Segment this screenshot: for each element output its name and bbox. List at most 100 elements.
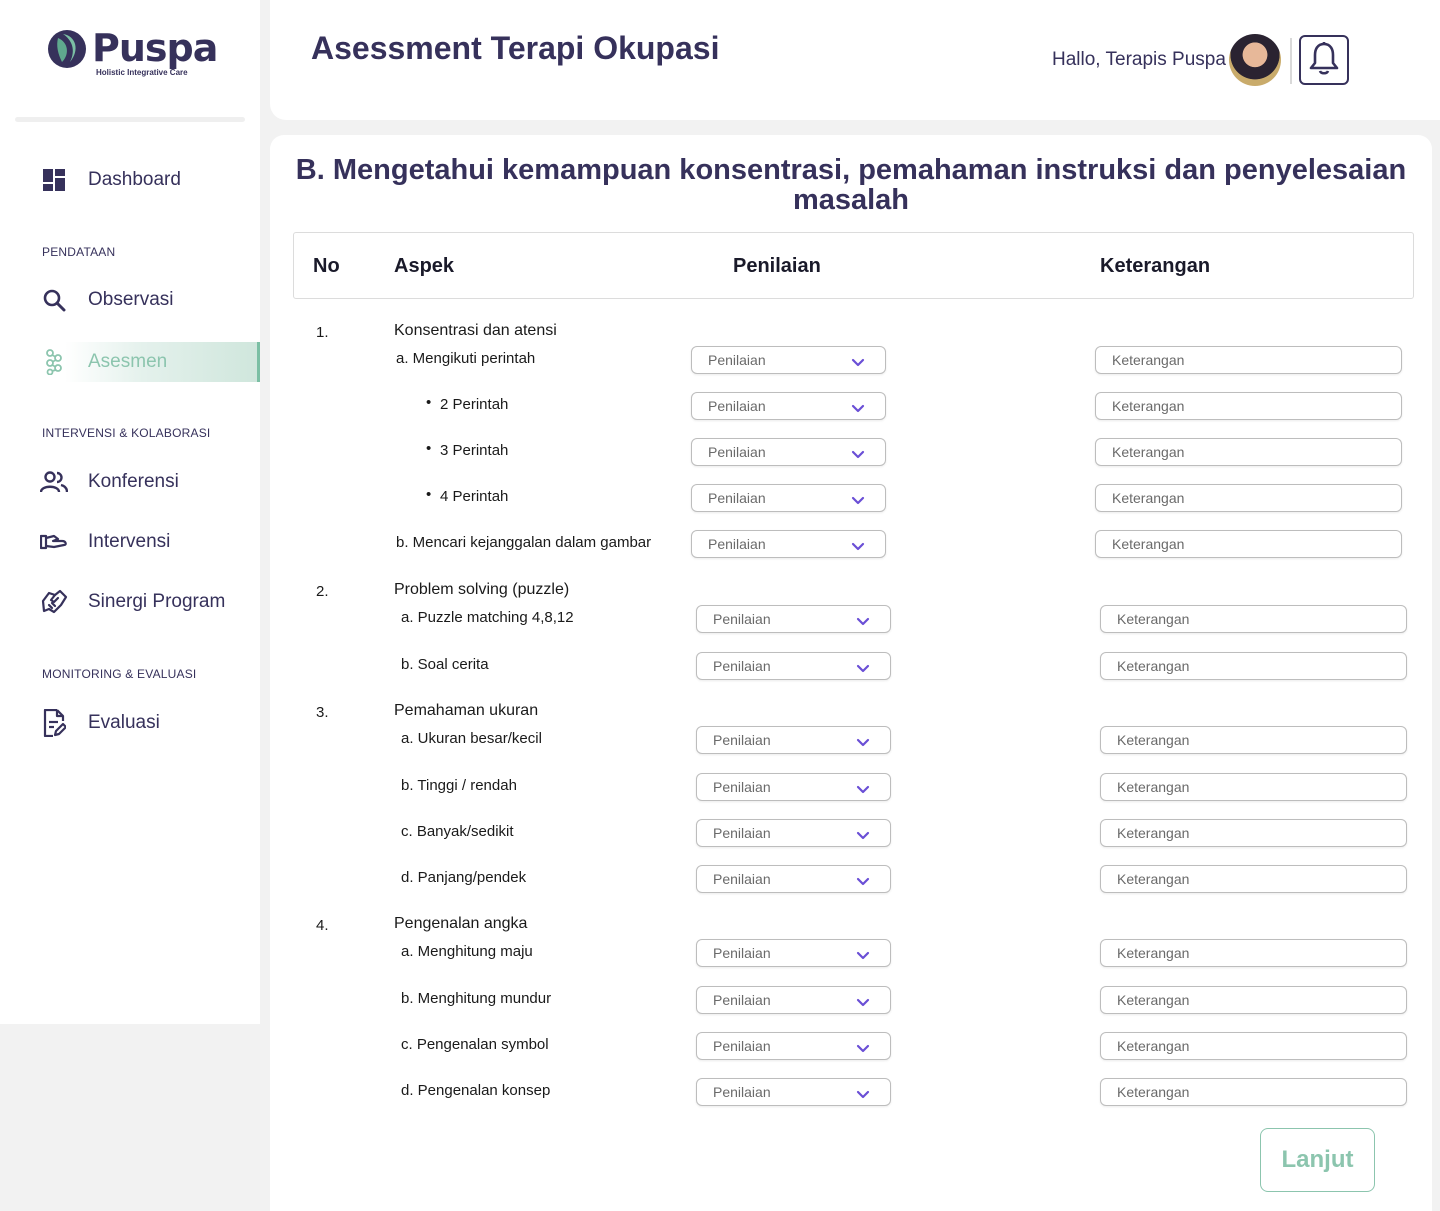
chevron-down-icon	[856, 1041, 870, 1053]
notification-button[interactable]	[1299, 35, 1349, 85]
select-value: Penilaian	[713, 732, 771, 748]
next-button[interactable]: Lanjut	[1260, 1128, 1375, 1192]
keterangan-input[interactable]	[1100, 652, 1407, 680]
penilaian-select[interactable]: Penilaian	[696, 605, 891, 633]
select-value: Penilaian	[713, 945, 771, 961]
group-number: 3.	[316, 704, 329, 721]
keterangan-input[interactable]	[1100, 726, 1407, 754]
select-value: Penilaian	[713, 611, 771, 627]
aspect-label: c. Banyak/sedikit	[401, 823, 514, 840]
aspect-label: b. Menghitung mundur	[401, 990, 552, 1007]
penilaian-select[interactable]: Penilaian	[696, 986, 891, 1014]
assessment-card: B. Mengetahui kemampuan konsentrasi, pem…	[270, 135, 1432, 1211]
sidebar-item-label: Sinergi Program	[88, 591, 226, 612]
keterangan-input[interactable]	[1100, 865, 1407, 893]
chevron-down-icon	[856, 661, 870, 673]
group-number: 1.	[316, 324, 329, 341]
section-label-pendataan: PENDATAAN	[42, 245, 116, 259]
penilaian-select[interactable]: Penilaian	[696, 939, 891, 967]
asesmen-icon	[40, 348, 68, 376]
section-title: B. Mengetahui kemampuan konsentrasi, pem…	[295, 154, 1407, 216]
column-header-penilaian: Penilaian	[733, 255, 821, 277]
aspect-label: 3 Perintah	[440, 442, 509, 459]
penilaian-select[interactable]: Penilaian	[691, 484, 886, 512]
penilaian-select[interactable]: Penilaian	[691, 346, 886, 374]
sidebar-item-label: Intervensi	[88, 531, 171, 552]
keterangan-input[interactable]	[1100, 1078, 1407, 1106]
keterangan-input[interactable]	[1095, 346, 1402, 374]
keterangan-input[interactable]	[1100, 986, 1407, 1014]
chevron-down-icon	[856, 1087, 870, 1099]
sidebar-item-dashboard[interactable]: Dashboard	[0, 160, 260, 200]
aspect-label: 4 Perintah	[440, 488, 509, 505]
keterangan-input[interactable]	[1095, 438, 1402, 466]
brand-name: Puspa	[92, 26, 218, 70]
penilaian-select[interactable]: Penilaian	[691, 438, 886, 466]
sidebar-item-asesmen[interactable]: Asesmen	[0, 342, 260, 382]
chevron-down-icon	[851, 355, 865, 367]
penilaian-select[interactable]: Penilaian	[691, 392, 886, 420]
keterangan-input[interactable]	[1100, 605, 1407, 633]
penilaian-select[interactable]: Penilaian	[691, 530, 886, 558]
chevron-down-icon	[856, 995, 870, 1007]
column-header-no: No	[313, 255, 340, 277]
column-header-aspek: Aspek	[394, 255, 455, 277]
keterangan-input[interactable]	[1095, 530, 1402, 558]
sidebar-item-observasi[interactable]: Observasi	[0, 280, 260, 320]
select-value: Penilaian	[713, 871, 771, 887]
sidebar-item-sinergi-program[interactable]: Sinergi Program	[0, 582, 260, 622]
sidebar-item-label: Evaluasi	[88, 712, 160, 733]
column-header-keterangan: Keterangan	[1100, 255, 1211, 277]
aspect-label: a. Puzzle matching 4,8,12	[401, 609, 574, 626]
sidebar-item-label: Observasi	[88, 289, 174, 310]
group-title: Pengenalan angka	[394, 915, 528, 932]
group-number: 4.	[316, 917, 329, 934]
aspect-label: c. Pengenalan symbol	[401, 1036, 549, 1053]
penilaian-select[interactable]: Penilaian	[696, 819, 891, 847]
people-icon	[40, 468, 68, 496]
sidebar-item-konferensi[interactable]: Konferensi	[0, 462, 260, 502]
chevron-down-icon	[856, 614, 870, 626]
avatar[interactable]	[1229, 34, 1281, 86]
group-title: Konsentrasi dan atensi	[394, 322, 557, 339]
keterangan-input[interactable]	[1100, 773, 1407, 801]
select-value: Penilaian	[713, 1084, 771, 1100]
sidebar-item-evaluasi[interactable]: Evaluasi	[0, 703, 260, 743]
select-value: Penilaian	[708, 536, 766, 552]
aspect-label: b. Tinggi / rendah	[401, 777, 517, 794]
chevron-down-icon	[851, 401, 865, 413]
aspect-label: 2 Perintah	[440, 396, 509, 413]
keterangan-input[interactable]	[1100, 939, 1407, 967]
chevron-down-icon	[856, 874, 870, 886]
bullet-icon: •	[426, 440, 432, 457]
keterangan-input[interactable]	[1100, 819, 1407, 847]
section-label-intervensi-kolaborasi: INTERVENSI & KOLABORASI	[42, 426, 211, 440]
select-value: Penilaian	[708, 352, 766, 368]
penilaian-select[interactable]: Penilaian	[696, 1078, 891, 1106]
group-title: Problem solving (puzzle)	[394, 581, 570, 598]
sidebar-item-label: Dashboard	[88, 169, 181, 190]
header: Asessment Terapi Okupasi Hallo, Terapis …	[270, 0, 1440, 120]
group-title: Pemahaman ukuran	[394, 702, 539, 719]
aspect-label: d. Panjang/pendek	[401, 869, 527, 886]
penilaian-select[interactable]: Penilaian	[696, 773, 891, 801]
logo[interactable]: Puspa Holistic Integrative Care	[46, 26, 218, 77]
document-edit-icon	[40, 709, 68, 737]
bullet-icon: •	[426, 394, 432, 411]
aspect-label: a. Mengikuti perintah	[396, 350, 536, 367]
aspect-label: b. Mencari kejanggalan dalam gambar	[396, 534, 652, 551]
penilaian-select[interactable]: Penilaian	[696, 652, 891, 680]
sidebar-item-intervensi[interactable]: Intervensi	[0, 522, 260, 562]
section-label-monitoring-evaluasi: MONITORING & EVALUASI	[42, 667, 197, 681]
penilaian-select[interactable]: Penilaian	[696, 865, 891, 893]
puspa-logo-icon	[46, 28, 88, 70]
penilaian-select[interactable]: Penilaian	[696, 1032, 891, 1060]
keterangan-input[interactable]	[1095, 392, 1402, 420]
aspect-label: a. Ukuran besar/kecil	[401, 730, 542, 747]
select-value: Penilaian	[713, 992, 771, 1008]
keterangan-input[interactable]	[1095, 484, 1402, 512]
keterangan-input[interactable]	[1100, 1032, 1407, 1060]
sidebar-item-label: Konferensi	[88, 471, 179, 492]
penilaian-select[interactable]: Penilaian	[696, 726, 891, 754]
table-header: No Aspek Penilaian Keterangan	[293, 232, 1414, 299]
